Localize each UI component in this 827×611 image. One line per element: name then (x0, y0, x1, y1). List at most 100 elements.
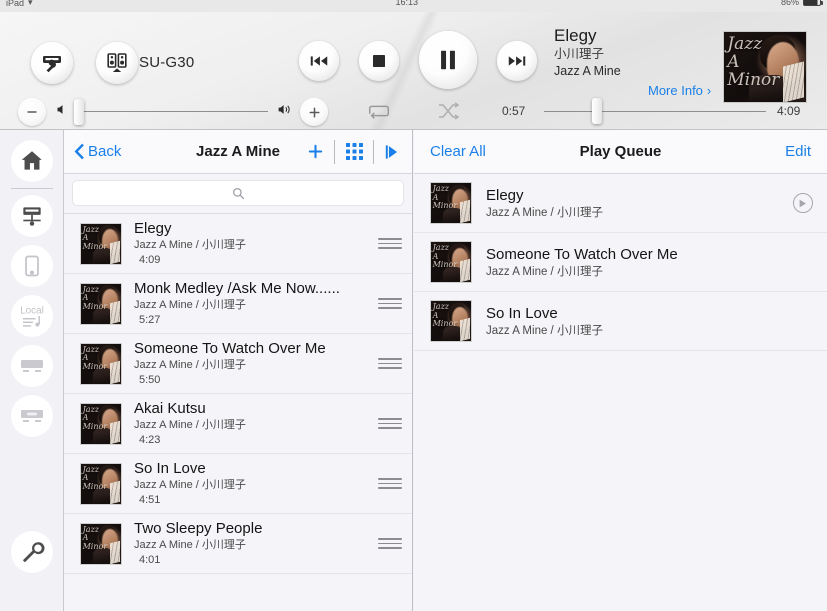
play-next-button[interactable] (374, 130, 412, 174)
volume-high-icon (276, 102, 295, 117)
wrench-icon (11, 531, 53, 573)
volume-slider-thumb[interactable] (74, 99, 84, 125)
track-meta: Akai Kutsu Jazz A Mine / 小川理子 4:23 (122, 400, 378, 447)
track-duration: 5:50 (139, 374, 161, 386)
app-root: iPad ▾ 16:13 86% SU-G30 Elegy 小川理子 Jazz … (0, 0, 827, 611)
repeat-glyph (368, 105, 390, 119)
edit-button[interactable]: Edit (785, 143, 811, 160)
sidebar-item-component-b[interactable] (0, 391, 64, 441)
minus-icon (27, 111, 37, 113)
track-thumbnail: Jazz A Minor (80, 282, 122, 325)
shuffle-icon[interactable] (437, 102, 461, 125)
queue-item-title: Elegy (486, 186, 524, 204)
search-input[interactable] (72, 180, 404, 206)
track-row[interactable]: Jazz A Minor So In Love Jazz A Mine / 小川理子… (64, 454, 412, 514)
device-name: SU-G30 (139, 54, 195, 71)
track-meta: Someone To Watch Over Me Jazz A Mine / 小川… (122, 340, 378, 387)
track-duration: 5:27 (139, 314, 161, 326)
browser-toolbar: Back Jazz A Mine (64, 130, 412, 174)
search-icon (232, 187, 244, 199)
status-battery-percent: 86% (780, 0, 799, 7)
track-row[interactable]: Jazz A Minor Elegy Jazz A Mine / 小川理子 4:09 (64, 214, 412, 274)
play-queue-panel: Clear All Play Queue Edit Jazz A Minor El… (414, 130, 827, 611)
repeat-icon[interactable] (366, 102, 392, 125)
volume-low-icon (55, 102, 70, 117)
status-time: 16:13 (395, 0, 419, 7)
stop-glyph (373, 55, 385, 67)
track-row[interactable]: Jazz A Minor Someone To Watch Over Me Jazz… (64, 334, 412, 394)
queue-thumbnail: Jazz A Minor (430, 182, 472, 224)
ff-glyph (508, 56, 526, 66)
track-thumbnail: Jazz A Minor (80, 462, 122, 505)
track-meta: So In Love Jazz A Mine / 小川理子 4:51 (122, 460, 378, 507)
chevron-left-icon (74, 143, 84, 160)
grid-view-button[interactable] (335, 130, 373, 174)
now-playing-album-art[interactable]: Jazz A Minor (723, 31, 807, 103)
drag-handle-icon[interactable] (378, 538, 402, 549)
fast-forward-icon[interactable] (497, 41, 537, 81)
clear-all-button[interactable]: Clear All (430, 143, 486, 160)
track-thumbnail: Jazz A Minor (80, 402, 122, 445)
sidebar-item-component-a[interactable] (0, 341, 64, 391)
queue-item-subtitle: Jazz A Mine / 小川理子 (486, 206, 603, 219)
play-next-icon (385, 144, 398, 159)
track-row[interactable]: Jazz A Minor Akai Kutsu Jazz A Mine / 小川理子… (64, 394, 412, 454)
plus-icon (308, 144, 322, 159)
volume-slider-track[interactable] (82, 111, 268, 112)
queue-item-title: So In Love (486, 304, 558, 322)
transport-header: SU-G30 Elegy 小川理子 Jazz A Mine More Info … (0, 12, 827, 130)
queue-thumbnail: Jazz A Minor (430, 241, 472, 283)
speaker-glyph (107, 53, 127, 72)
track-meta: Two Sleepy People Jazz A Mine / 小川理子 4:01 (122, 520, 378, 567)
track-title: Elegy (134, 220, 172, 237)
queue-row[interactable]: Jazz A Minor So In Love Jazz A Mine / 小川理子 (414, 292, 827, 351)
add-button[interactable] (296, 130, 334, 174)
plus-icon (309, 107, 319, 117)
progress-slider-thumb[interactable] (592, 98, 602, 124)
volume-up-button[interactable] (300, 98, 328, 126)
rewind-icon[interactable] (299, 41, 339, 81)
status-device: iPad (6, 0, 25, 8)
pause-glyph (441, 50, 455, 70)
status-bar: iPad ▾ 16:13 86% (0, 0, 827, 12)
drag-handle-icon[interactable] (378, 418, 402, 429)
track-title: Monk Medley /Ask Me Now...... (134, 280, 340, 297)
track-subtitle: Jazz A Mine / 小川理子 (134, 239, 246, 251)
queue-row[interactable]: Jazz A Minor Elegy Jazz A Mine / 小川理子 (414, 174, 827, 233)
back-button[interactable]: Back (74, 143, 121, 160)
queue-row[interactable]: Jazz A Minor Someone To Watch Over Me Jazz… (414, 233, 827, 292)
amp-wrench-icon[interactable] (31, 42, 73, 84)
track-thumbnail: Jazz A Minor (80, 342, 122, 385)
sidebar-divider (10, 188, 53, 189)
drag-handle-icon[interactable] (378, 298, 402, 309)
sidebar-item-network[interactable] (0, 191, 64, 241)
speaker-select-icon[interactable] (96, 42, 138, 84)
drag-handle-icon[interactable] (378, 478, 402, 489)
drag-handle-icon[interactable] (378, 358, 402, 369)
drag-handle-icon[interactable] (378, 238, 402, 249)
track-list[interactable]: Jazz A Minor Elegy Jazz A Mine / 小川理子 4:09 J… (64, 214, 412, 611)
sidebar-item-settings[interactable] (0, 527, 64, 577)
queue-item-subtitle: Jazz A Mine / 小川理子 (486, 324, 603, 337)
track-meta: Elegy Jazz A Mine / 小川理子 4:09 (122, 220, 378, 267)
track-row[interactable]: Jazz A Minor Two Sleepy People Jazz A Mine… (64, 514, 412, 574)
sidebar-item-home[interactable] (0, 136, 64, 186)
stop-icon[interactable] (359, 41, 399, 81)
queue-list[interactable]: Jazz A Minor Elegy Jazz A Mine / 小川理子 Jazz … (414, 174, 827, 351)
progress-slider-track[interactable] (544, 111, 766, 112)
battery-icon (803, 0, 823, 6)
track-duration: 4:09 (139, 254, 161, 266)
sidebar-item-local-music[interactable]: Local (0, 291, 64, 341)
track-title: Someone To Watch Over Me (134, 340, 326, 357)
track-duration: 4:23 (139, 434, 161, 446)
main-body: Local Back Jazz A Mine Jazz A Minor Eleg… (0, 130, 827, 611)
track-title: Two Sleepy People (134, 520, 263, 537)
volume-down-button[interactable] (18, 98, 46, 126)
back-label: Back (88, 143, 122, 160)
play-circle-icon[interactable] (793, 193, 813, 213)
amp-wrench-glyph (43, 56, 61, 73)
track-row[interactable]: Jazz A Minor Monk Medley /Ask Me Now.....… (64, 274, 412, 334)
pause-icon[interactable] (419, 31, 477, 89)
volume-progress-row: 0:57 4:09 (0, 94, 827, 130)
sidebar-item-tablet[interactable] (0, 241, 64, 291)
